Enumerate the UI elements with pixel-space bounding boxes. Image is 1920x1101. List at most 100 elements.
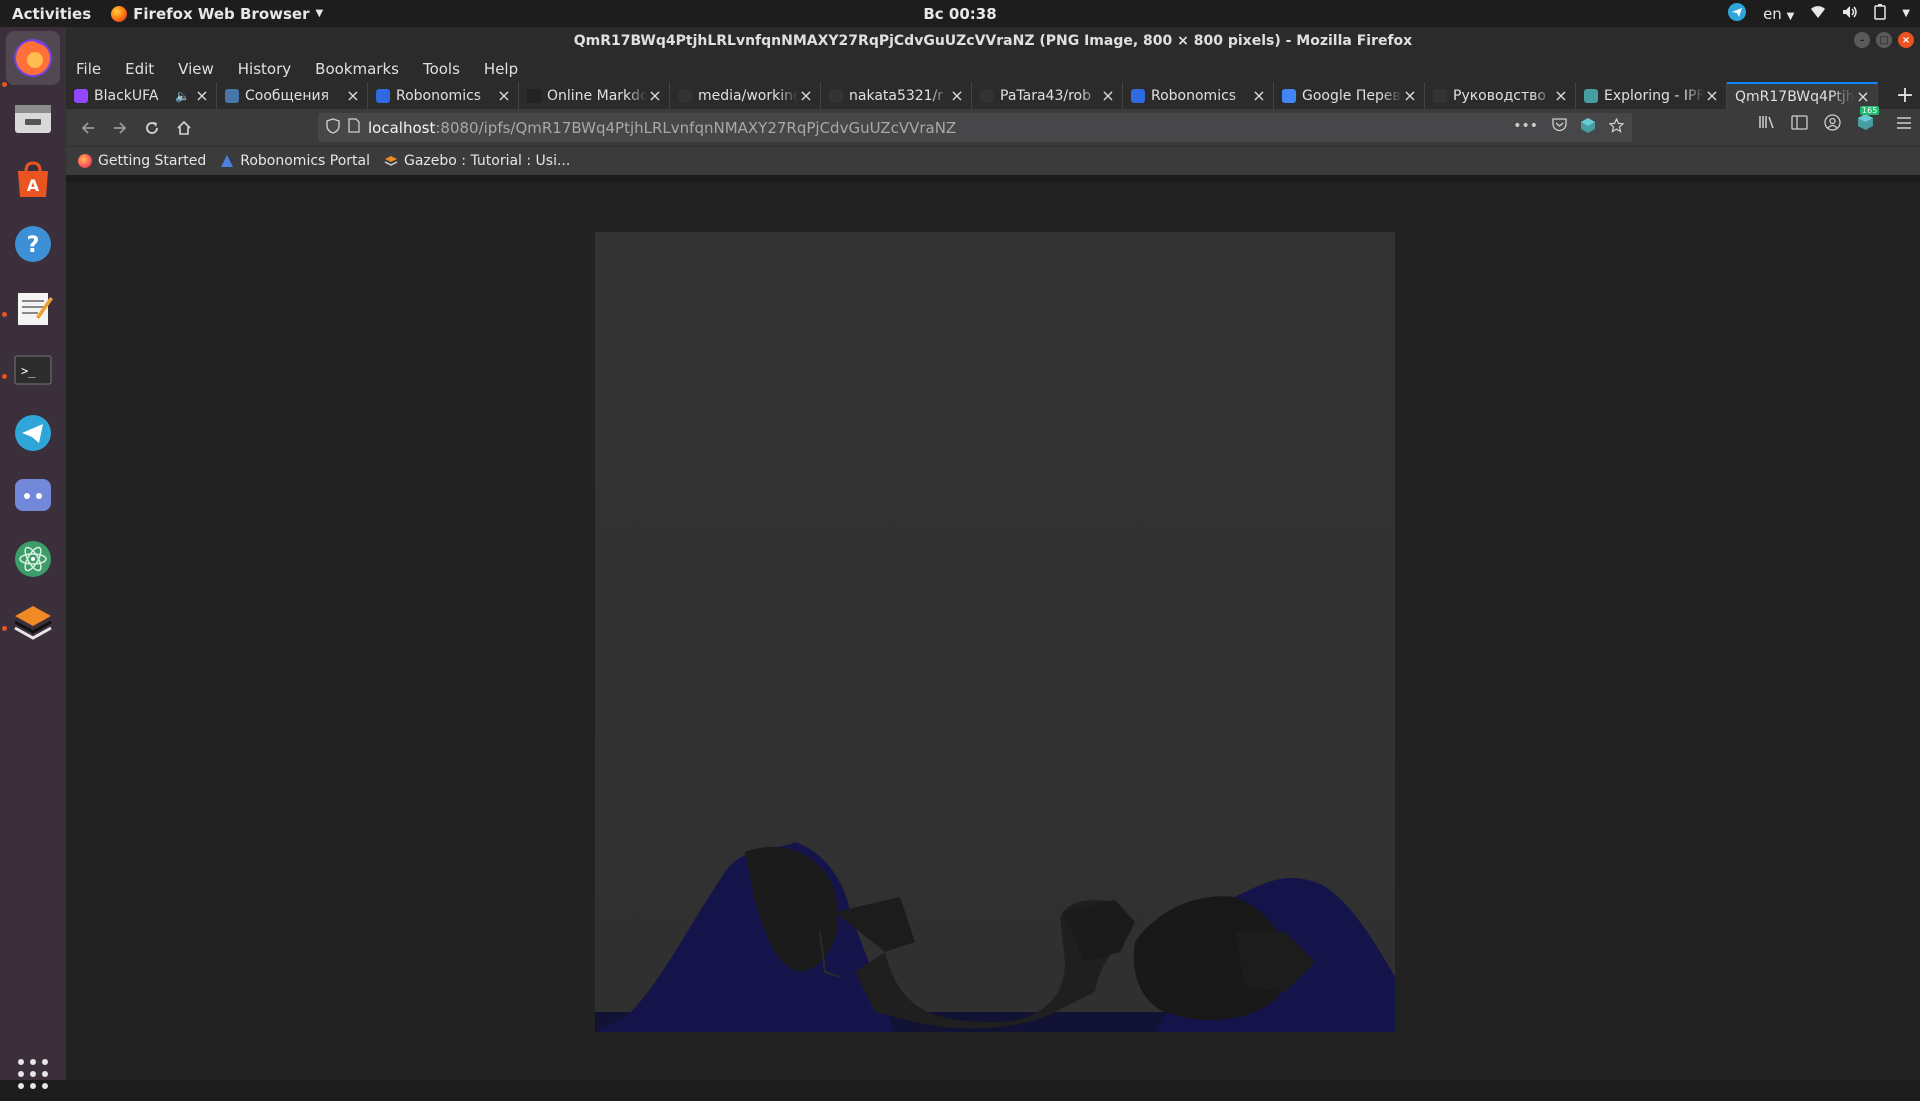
robot-render-image [595,232,1395,1032]
url-bar[interactable]: localhost:8080/ipfs/QmR17BWq4PtjhLRLvnfq… [318,113,1632,142]
firefox-icon [14,39,52,77]
dock-files[interactable] [6,91,60,145]
ipfs-companion-icon[interactable] [1581,118,1595,137]
close-tab-icon[interactable]: × [647,86,663,105]
hamburger-menu-icon[interactable] [1896,115,1912,134]
window-titlebar[interactable]: QmR17BWq4PtjhLRLvnfqnNMAXY27RqPjCdvGuUZc… [66,27,1920,55]
dock-text-editor[interactable] [6,281,60,335]
discord-icon [15,479,51,511]
close-window-button[interactable]: × [1898,32,1914,48]
google-translate-icon [1282,88,1296,103]
close-tab-icon[interactable]: × [194,86,210,105]
dock-discord[interactable] [6,468,60,522]
github-icon [980,88,994,103]
tab-4[interactable]: Online Markdown× [519,82,670,109]
close-tab-icon[interactable]: × [798,86,814,105]
twitch-icon [74,88,88,103]
forward-button[interactable] [104,112,136,144]
battery-icon[interactable] [1874,3,1887,24]
page-info-icon[interactable] [348,118,360,137]
telegram-tray-icon[interactable] [1727,2,1747,26]
tab-3[interactable]: Robonomics × [368,82,519,109]
menu-history[interactable]: History [238,60,291,78]
close-tab-icon[interactable]: × [345,86,361,105]
library-icon[interactable] [1758,114,1775,134]
menu-tools[interactable]: Tools [423,60,460,78]
tab-8[interactable]: Robonomics × [1123,82,1274,109]
dock-firefox[interactable] [6,31,60,85]
tab-label: BlackUFA [94,87,159,104]
minimize-button[interactable]: – [1854,32,1870,48]
menu-help[interactable]: Help [484,60,518,78]
activities-button[interactable]: Activities [0,5,103,23]
arrow-right-icon [114,121,127,134]
volume-icon[interactable] [1842,5,1858,23]
tabs: BlackUFA 🔈 × Сообщения × Robonomics × Online Ma… [66,82,1878,109]
tab-label: Robonomics [1151,87,1237,104]
language-indicator[interactable]: en ▼ [1763,5,1794,23]
bookmark-robonomics-portal[interactable]: Robonomics Portal [220,153,370,169]
svg-text:?: ? [27,233,40,258]
close-tab-icon[interactable]: × [496,86,512,105]
tab-7[interactable]: PaTara43/rob × [972,82,1123,109]
new-tab-button[interactable]: + [1890,82,1920,109]
close-tab-icon[interactable]: × [1704,86,1720,105]
png-image[interactable] [595,232,1395,1032]
github-icon [678,88,692,103]
robonomics-icon [1131,88,1145,103]
system-menu-chevron-icon[interactable]: ▼ [1902,8,1910,19]
speaker-icon[interactable]: 🔈 [175,89,190,103]
tab-11[interactable]: Exploring - IPFS × [1576,82,1727,109]
tab-12[interactable]: QmR17BWq4PtjhLRLvnfqnNMAXY27RqPjCdvGuUZc… [1727,82,1878,109]
menu-edit[interactable]: Edit [125,60,154,78]
arrow-left-icon [81,121,94,134]
tracking-shield-icon[interactable] [326,117,340,138]
dock-terminal[interactable]: >_ [6,343,60,397]
tab-5[interactable]: media/working × [670,82,821,109]
pocket-icon[interactable] [1552,118,1567,137]
tab-10[interactable]: Руководство × [1425,82,1576,109]
home-button[interactable] [168,112,200,144]
bookmark-getting-started[interactable]: Getting Started [78,153,206,169]
bookmark-gazebo-tutorial[interactable]: Gazebo : Tutorial : Usi... [384,153,570,169]
dock-telegram[interactable] [6,406,60,460]
bookmark-star-icon[interactable] [1608,117,1625,137]
tab-label: Online Markdown [547,87,647,104]
back-button[interactable] [72,112,104,144]
close-tab-icon[interactable]: × [1251,86,1267,105]
ipfs-extension-button[interactable]: 165 [1857,106,1880,135]
close-tab-icon[interactable]: × [1100,86,1116,105]
tab-6[interactable]: nakata5321/r × [821,82,972,109]
bookmark-label: Getting Started [98,153,207,169]
close-tab-icon[interactable]: × [1402,86,1418,105]
account-icon[interactable] [1824,113,1841,135]
language-label: en [1763,4,1782,23]
sidebar-toggle-icon[interactable] [1791,114,1808,134]
tab-1[interactable]: BlackUFA 🔈 × [66,82,217,109]
show-applications-button[interactable] [6,1047,60,1101]
url-actions: ••• [1513,117,1625,137]
dock-gazebo[interactable] [6,595,60,649]
app-menu[interactable]: Firefox Web Browser ▼ [111,5,323,23]
dock-software[interactable]: A [6,153,60,207]
close-tab-icon[interactable]: × [949,86,965,105]
vk-messages-icon [225,88,239,103]
tab-9[interactable]: Google Перевод× [1274,82,1425,109]
menu-file[interactable]: File [76,60,101,78]
url-host: localhost [368,118,436,137]
page-actions-icon[interactable]: ••• [1513,118,1538,137]
wifi-icon[interactable] [1810,5,1826,23]
close-tab-icon[interactable]: × [1855,87,1871,106]
tab-2[interactable]: Сообщения × [217,82,368,109]
reload-button[interactable] [136,112,168,144]
tab-label: Exploring - IPFS [1604,87,1704,104]
url-text: localhost:8080/ipfs/QmR17BWq4PtjhLRLvnfq… [368,119,956,137]
robonomics-icon [221,155,234,167]
page-content [66,182,1920,1080]
menu-bookmarks[interactable]: Bookmarks [315,60,399,78]
maximize-button[interactable]: □ [1876,32,1892,48]
dock-atom[interactable] [6,532,60,586]
close-tab-icon[interactable]: × [1553,86,1569,105]
menu-view[interactable]: View [178,60,214,78]
dock-help[interactable]: ? [6,217,60,271]
